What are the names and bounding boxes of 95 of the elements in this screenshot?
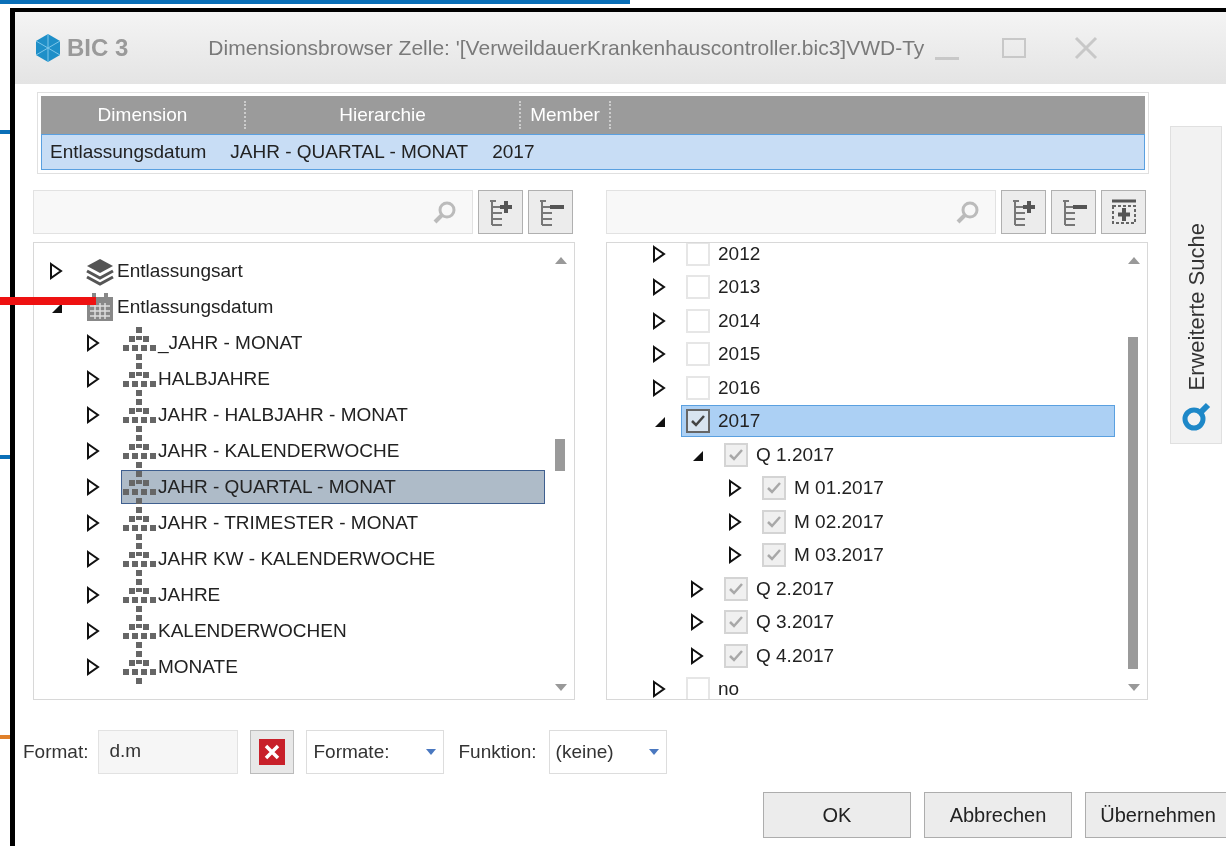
expand-arrow-icon[interactable]	[85, 405, 101, 425]
collapse-all-button[interactable]	[528, 190, 573, 234]
hierarchy-icon	[122, 362, 156, 396]
expand-arrow-icon[interactable]	[85, 585, 101, 605]
tree-item[interactable]: MONATE	[121, 650, 247, 684]
hierarchy-icon	[122, 398, 156, 432]
function-label: Funktion:	[458, 739, 537, 764]
scroll-down-icon[interactable]	[1127, 683, 1141, 693]
expand-arrow-icon[interactable]	[727, 478, 743, 499]
expand-arrow-icon[interactable]	[727, 511, 743, 532]
close-icon	[259, 739, 286, 765]
tree-item[interactable]: 2014	[681, 304, 762, 337]
search-field[interactable]	[606, 190, 996, 234]
dialog-button[interactable]: Abbrechen	[924, 792, 1072, 838]
scrollbar-thumb[interactable]	[555, 439, 565, 471]
tree-item[interactable]: JAHR - HALBJAHR - MONAT	[121, 398, 417, 432]
tree-item[interactable]: HALBJAHRE	[121, 362, 279, 396]
expand-arrow-icon[interactable]	[85, 657, 101, 677]
table-cell-text: JAHR - QUARTAL - MONAT	[230, 139, 469, 164]
side-tab[interactable]: Erweiterte Suche	[1170, 126, 1222, 444]
tree-item[interactable]: 2013	[681, 271, 762, 304]
collapse-all-button[interactable]	[1051, 190, 1096, 234]
tree-item[interactable]: JAHRE	[121, 578, 230, 612]
format-field[interactable]: d.m	[98, 730, 239, 774]
hierarchy-icon	[122, 326, 156, 360]
hierarchy-icon	[122, 614, 156, 648]
formats-dropdown[interactable]: Formate:	[306, 730, 445, 774]
expand-arrow-icon[interactable]	[85, 477, 101, 497]
scroll-down-icon[interactable]	[554, 683, 568, 693]
expand-arrow-icon[interactable]	[85, 369, 101, 389]
scroll-up-icon[interactable]	[1127, 255, 1141, 265]
table-cell-text: 2017	[492, 139, 535, 164]
hierarchy-icon	[122, 470, 156, 504]
function-dropdown[interactable]: (keine)	[548, 730, 667, 774]
tree-item[interactable]: no	[681, 673, 741, 699]
tree-item[interactable]: JAHR - QUARTAL - MONAT	[121, 470, 545, 504]
layers-icon	[85, 256, 115, 286]
logo-icon	[33, 33, 63, 63]
tree-item[interactable]: Q 3.2017	[719, 606, 836, 639]
expand-arrow-icon[interactable]	[85, 333, 101, 353]
format-label: Format:	[23, 739, 89, 764]
expand-arrow-icon[interactable]	[651, 377, 667, 398]
window-title: Dimensionsbrowser Zelle: '[VerweildauerKrankenhauscontroller.bic3]VWD-Ty	[208, 35, 925, 62]
table-cell-text: Entlassungsdatum	[50, 139, 207, 164]
hierarchy-icon	[122, 506, 156, 540]
search-icon	[955, 199, 981, 225]
hierarchy-icon	[122, 578, 156, 612]
search-field[interactable]	[33, 190, 473, 234]
expand-arrow-icon[interactable]	[727, 545, 743, 566]
tree-item[interactable]: M 03.2017	[757, 539, 885, 572]
tree-item[interactable]: M 02.2017	[757, 505, 885, 538]
dialog-button[interactable]: OK	[763, 792, 911, 838]
expand-arrow-icon[interactable]	[651, 310, 667, 331]
tree-item[interactable]: 2012	[681, 243, 762, 270]
hierarchy-icon	[122, 650, 156, 684]
caret-icon	[425, 748, 438, 756]
expand-arrow-icon[interactable]	[689, 578, 705, 599]
dialog-button[interactable]: Übernehmen	[1085, 792, 1226, 838]
tree-item[interactable]: JAHR KW - KALENDERWOCHE	[121, 542, 445, 576]
caret-icon	[647, 748, 660, 756]
tree-item[interactable]: JAHR - KALENDERWOCHE	[121, 434, 409, 468]
tree-item[interactable]: _JAHR - MONAT	[121, 326, 312, 360]
expand-arrow-icon[interactable]	[689, 612, 705, 633]
table-row[interactable]: Entlassungsdatum JAHR - QUARTAL - MONAT 2017	[41, 134, 1145, 170]
app-name: BIC 3	[67, 33, 129, 63]
tree-item[interactable]: M 01.2017	[757, 472, 885, 505]
hierarchy-icon	[122, 542, 156, 576]
scrollbar-thumb[interactable]	[1128, 337, 1138, 669]
hierarchy-icon	[122, 434, 156, 468]
tree-item[interactable]: Q 2.2017	[719, 572, 836, 605]
tree-item[interactable]: Entlassungsart	[84, 254, 252, 288]
search-icon	[432, 199, 458, 225]
tree-item[interactable]: KALENDERWOCHEN	[121, 614, 356, 648]
expand-arrow-icon[interactable]	[85, 513, 101, 533]
scroll-up-icon[interactable]	[554, 255, 568, 265]
expand-arrow-icon[interactable]	[651, 679, 667, 699]
expand-all-button[interactable]	[1001, 190, 1046, 234]
select-all-button[interactable]	[1101, 190, 1146, 234]
tree-item[interactable]: 2015	[681, 338, 762, 371]
tree-item[interactable]: JAHR - TRIMESTER - MONAT	[121, 506, 428, 540]
expand-arrow-icon[interactable]	[651, 344, 667, 365]
expand-arrow-icon[interactable]	[85, 621, 101, 641]
expand-arrow-icon[interactable]	[651, 277, 667, 298]
tree-item[interactable]: 2016	[681, 371, 762, 404]
clear-button[interactable]	[250, 730, 295, 774]
tree-item[interactable]: Q 1.2017	[719, 438, 836, 471]
expand-arrow-icon[interactable]	[85, 441, 101, 461]
expand-all-button[interactable]	[478, 190, 523, 234]
expand-arrow-icon[interactable]	[651, 243, 667, 264]
tree-item[interactable]: Q 4.2017	[719, 639, 836, 672]
expand-arrow-icon[interactable]	[689, 645, 705, 666]
search-icon	[1180, 401, 1212, 433]
tree-item[interactable]: 2017	[681, 405, 1115, 438]
expand-arrow-icon[interactable]	[48, 261, 64, 281]
expand-arrow-icon[interactable]	[85, 549, 101, 569]
